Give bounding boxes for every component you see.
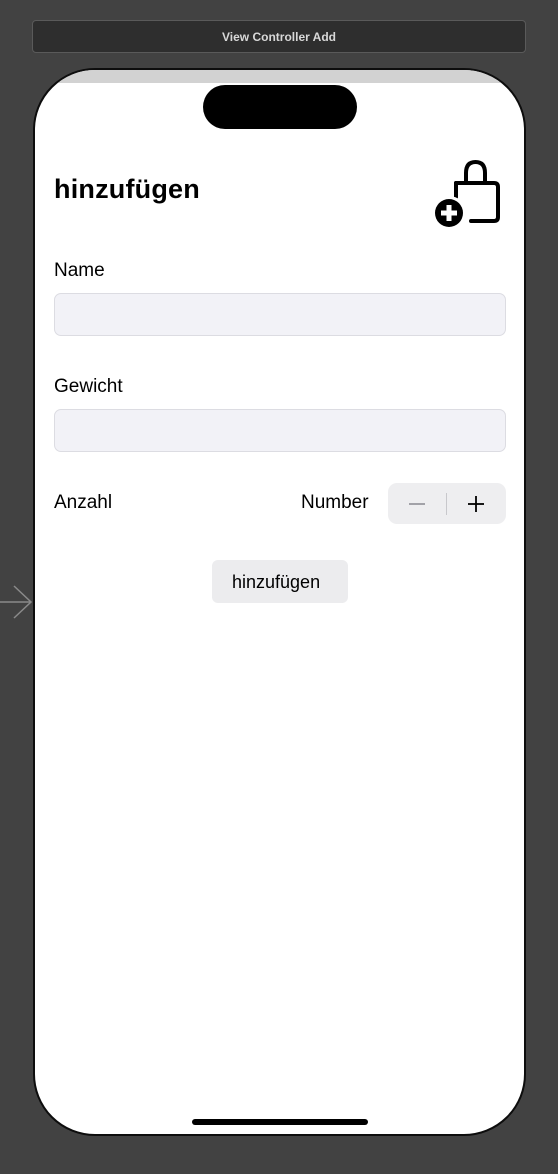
weight-label: Gewicht xyxy=(54,376,123,397)
page-title: hinzufügen xyxy=(54,174,200,204)
name-field[interactable] xyxy=(54,293,506,336)
bag-badge-plus-icon xyxy=(432,159,500,230)
storyboard-entry-arrow-icon xyxy=(0,585,33,619)
plus-icon xyxy=(468,495,484,512)
phone-screen: hinzufügen Name Gewicht Anzahl Number hi… xyxy=(33,68,526,1136)
add-button-label: hinzufügen xyxy=(232,571,321,592)
stepper-increment-button[interactable] xyxy=(447,483,505,524)
add-button[interactable]: hinzufügen xyxy=(212,560,348,603)
scene-title: View Controller Add xyxy=(221,29,336,44)
stepper-decrement-button[interactable] xyxy=(388,483,446,524)
count-value: Number xyxy=(301,492,369,513)
home-indicator xyxy=(192,1119,368,1125)
name-label: Name xyxy=(54,260,105,281)
weight-field[interactable] xyxy=(54,409,506,452)
quantity-stepper[interactable] xyxy=(388,483,506,524)
scene-title-bar[interactable]: View Controller Add xyxy=(32,20,526,53)
minus-icon xyxy=(409,502,425,505)
status-bar-strip xyxy=(35,70,524,83)
count-label: Anzahl xyxy=(54,492,113,513)
dynamic-island xyxy=(203,85,357,129)
